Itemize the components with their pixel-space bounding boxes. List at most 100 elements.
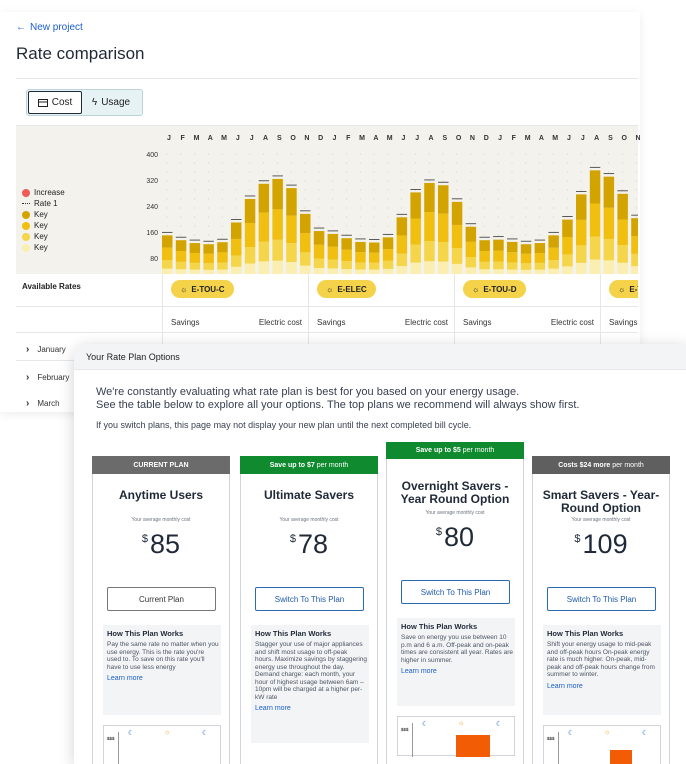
bar-segment[interactable] bbox=[203, 253, 214, 264]
bar-segment[interactable] bbox=[189, 243, 201, 253]
bar-segment[interactable] bbox=[631, 266, 638, 274]
bar-segment[interactable] bbox=[562, 254, 573, 267]
bar-segment[interactable] bbox=[313, 244, 325, 259]
bar-segment[interactable] bbox=[589, 236, 601, 260]
bar-segment[interactable] bbox=[548, 235, 559, 248]
bar-segment[interactable] bbox=[617, 193, 628, 220]
bar-segment[interactable] bbox=[631, 218, 638, 237]
bar-segment[interactable] bbox=[286, 243, 297, 262]
bar-segment[interactable] bbox=[369, 252, 380, 263]
bar-segment[interactable] bbox=[451, 201, 463, 225]
switch-plan-button[interactable]: Switch To This Plan bbox=[547, 587, 656, 611]
bar-segment[interactable] bbox=[438, 242, 449, 262]
bar-segment[interactable] bbox=[258, 183, 270, 213]
bar-segment[interactable] bbox=[162, 247, 173, 261]
bar-segment[interactable] bbox=[286, 215, 297, 244]
bar-segment[interactable] bbox=[520, 263, 532, 270]
bar-segment[interactable] bbox=[396, 217, 408, 236]
bar-segment[interactable] bbox=[424, 182, 435, 213]
bar-segment[interactable] bbox=[286, 261, 297, 274]
bar-segment[interactable] bbox=[589, 259, 601, 274]
bar-segment[interactable] bbox=[479, 251, 490, 262]
bar-segment[interactable] bbox=[327, 259, 339, 269]
bar-segment[interactable] bbox=[327, 233, 339, 247]
bar-segment[interactable] bbox=[175, 251, 187, 262]
plan-pill[interactable]: ☼ E-TOU-D bbox=[463, 280, 526, 298]
bar-segment[interactable] bbox=[231, 238, 242, 256]
bar-segment[interactable] bbox=[631, 253, 638, 267]
bar-segment[interactable] bbox=[203, 263, 214, 270]
bar-segment[interactable] bbox=[576, 194, 587, 220]
bar-segment[interactable] bbox=[410, 244, 421, 263]
bar-segment[interactable] bbox=[300, 252, 311, 266]
plan-pill[interactable]: ☼E-T bbox=[609, 280, 638, 298]
bar-segment[interactable] bbox=[217, 252, 228, 263]
bar-segment[interactable] bbox=[175, 261, 187, 270]
bar-segment[interactable] bbox=[548, 247, 559, 261]
bar-segment[interactable] bbox=[189, 262, 201, 270]
bar-segment[interactable] bbox=[465, 267, 477, 274]
bar-segment[interactable] bbox=[631, 236, 638, 254]
bar-segment[interactable] bbox=[369, 242, 380, 253]
bar-segment[interactable] bbox=[231, 222, 242, 239]
bar-segment[interactable] bbox=[576, 245, 587, 263]
month-row-toggle[interactable]: › March bbox=[26, 398, 60, 409]
bar-segment[interactable] bbox=[162, 260, 173, 269]
bar-segment[interactable] bbox=[451, 224, 463, 249]
bar-segment[interactable] bbox=[576, 219, 587, 246]
learn-more-link[interactable]: Learn more bbox=[255, 705, 367, 712]
back-link[interactable]: ← New project bbox=[16, 22, 83, 33]
bar-segment[interactable] bbox=[438, 261, 449, 274]
bar-segment[interactable] bbox=[300, 265, 311, 274]
bar-segment[interactable] bbox=[576, 262, 587, 274]
bar-segment[interactable] bbox=[258, 241, 270, 262]
learn-more-link[interactable]: Learn more bbox=[547, 683, 659, 690]
bar-segment[interactable] bbox=[244, 198, 256, 223]
plan-pill[interactable]: ☼ E-ELEC bbox=[317, 280, 376, 298]
bar-segment[interactable] bbox=[424, 241, 435, 262]
bar-segment[interactable] bbox=[341, 261, 352, 269]
bar-segment[interactable] bbox=[534, 252, 546, 263]
bar-segment[interactable] bbox=[410, 218, 421, 245]
bar-segment[interactable] bbox=[313, 231, 325, 245]
bar-segment[interactable] bbox=[396, 253, 408, 267]
bar-segment[interactable] bbox=[244, 246, 256, 264]
bar-segment[interactable] bbox=[603, 207, 615, 239]
bar-segment[interactable] bbox=[438, 213, 449, 243]
bar-segment[interactable] bbox=[493, 250, 504, 262]
bar-segment[interactable] bbox=[562, 219, 573, 238]
bar-segment[interactable] bbox=[617, 262, 628, 274]
bar-segment[interactable] bbox=[231, 266, 242, 274]
learn-more-link[interactable]: Learn more bbox=[107, 675, 219, 682]
bar-segment[interactable] bbox=[369, 262, 380, 270]
bar-segment[interactable] bbox=[355, 262, 366, 270]
bar-segment[interactable] bbox=[410, 262, 421, 274]
bar-segment[interactable] bbox=[162, 235, 173, 248]
bar-segment[interactable] bbox=[617, 245, 628, 263]
bar-segment[interactable] bbox=[217, 262, 228, 270]
bar-segment[interactable] bbox=[258, 212, 270, 242]
bar-segment[interactable] bbox=[272, 209, 283, 240]
bar-segment[interactable] bbox=[272, 178, 283, 210]
bar-segment[interactable] bbox=[244, 263, 256, 274]
bar-segment[interactable] bbox=[382, 249, 394, 261]
bar-segment[interactable] bbox=[189, 252, 201, 263]
bar-segment[interactable] bbox=[355, 252, 366, 263]
bar-segment[interactable] bbox=[479, 240, 490, 252]
bar-segment[interactable] bbox=[451, 263, 463, 274]
bar-segment[interactable] bbox=[300, 233, 311, 253]
bar-segment[interactable] bbox=[589, 203, 601, 237]
bar-segment[interactable] bbox=[410, 192, 421, 219]
bar-segment[interactable] bbox=[603, 238, 615, 261]
bar-segment[interactable] bbox=[244, 222, 256, 247]
bar-segment[interactable] bbox=[603, 176, 615, 208]
bar-segment[interactable] bbox=[465, 256, 477, 268]
month-row-toggle[interactable]: › February bbox=[26, 372, 69, 383]
bar-segment[interactable] bbox=[534, 262, 546, 270]
bar-segment[interactable] bbox=[396, 266, 408, 274]
bar-segment[interactable] bbox=[231, 255, 242, 267]
usage-toggle-button[interactable]: ϟ Usage bbox=[84, 91, 138, 114]
bar-segment[interactable] bbox=[479, 261, 490, 270]
bar-segment[interactable] bbox=[562, 266, 573, 274]
current-plan-button[interactable]: Current Plan bbox=[107, 587, 216, 611]
